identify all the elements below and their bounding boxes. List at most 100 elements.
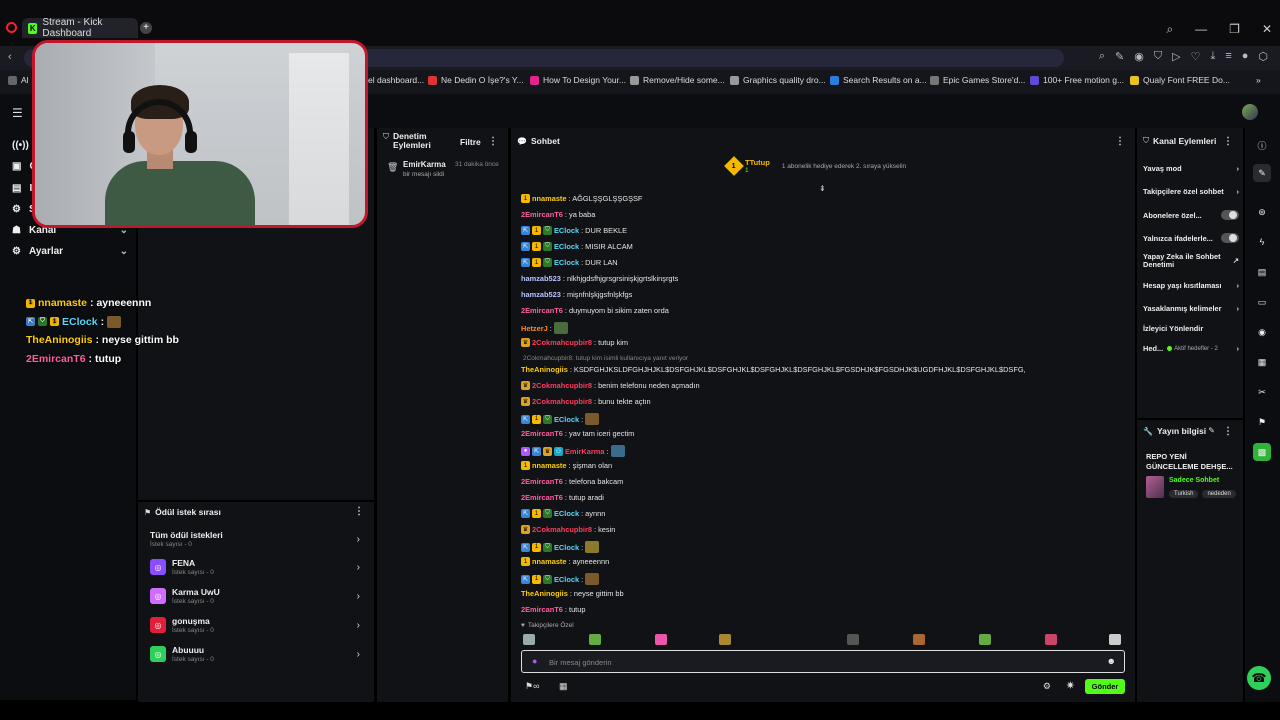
- chat-username[interactable]: EClock: [554, 509, 579, 518]
- chat-username[interactable]: nnamaste: [532, 194, 567, 203]
- bookmarks-more-icon[interactable]: »: [1256, 75, 1261, 85]
- chat-username[interactable]: 2EmircanT6: [521, 493, 563, 502]
- target-icon[interactable]: ⊛: [1253, 203, 1271, 221]
- mic-icon[interactable]: ●: [532, 656, 537, 666]
- chat-username[interactable]: 2EmircanT6: [521, 429, 563, 438]
- chat-username[interactable]: TheAninogiis: [521, 589, 568, 598]
- ai-moderation-row[interactable]: Yapay Zeka ile Sohbet Denetimi ↗: [1143, 253, 1239, 269]
- chat-username[interactable]: 2EmircanT6: [521, 477, 563, 486]
- chat-username[interactable]: 2EmircanT6: [521, 605, 563, 614]
- chat-username[interactable]: TheAninogiis: [521, 365, 568, 374]
- browser-tab[interactable]: K Stream - Kick Dashboard: [22, 17, 138, 39]
- chat-username[interactable]: EClock: [554, 415, 579, 424]
- chat-username[interactable]: EClock: [554, 258, 579, 267]
- followers-only-row[interactable]: Takipçilere özel sohbet ›: [1143, 187, 1239, 196]
- chat-username[interactable]: 2Cokmahcupbir8: [532, 525, 592, 534]
- info-icon[interactable]: ⓘ: [1253, 136, 1271, 154]
- broadcast-icon[interactable]: ◉: [1253, 323, 1271, 341]
- filter-button[interactable]: Filtre: [460, 137, 481, 147]
- more-options-icon[interactable]: ⋮: [1115, 136, 1125, 147]
- chat-input[interactable]: ● Bir mesaj gönderin ☻: [521, 650, 1125, 673]
- scroll-down-icon[interactable]: ⇟: [819, 184, 826, 193]
- category-name[interactable]: Sadece Sohbet: [1169, 477, 1219, 484]
- chat-username[interactable]: nnamaste: [532, 557, 567, 566]
- maximize-button[interactable]: ❐: [1229, 22, 1240, 37]
- gear-icon[interactable]: ⚙: [1043, 681, 1051, 692]
- bookmark-item[interactable]: Epic Games Store'd...: [930, 75, 1025, 85]
- edit-icon[interactable]: ✎: [1115, 50, 1124, 63]
- pencil-icon[interactable]: ✎: [1253, 164, 1271, 182]
- reward-icon[interactable]: ⚑: [1253, 413, 1271, 431]
- subscribers-only-toggle[interactable]: [1221, 210, 1239, 220]
- back-icon[interactable]: ‹: [8, 51, 12, 63]
- sidebar-item-ayarlar[interactable]: ⚙ Ayarlar ⌄: [12, 246, 128, 257]
- more-options-icon[interactable]: ⋮: [1223, 426, 1233, 437]
- app-icon[interactable]: ▩: [1253, 443, 1271, 461]
- emotes-only-toggle[interactable]: [1221, 233, 1239, 243]
- emote-option[interactable]: [1045, 634, 1057, 645]
- goals-row[interactable]: Hed... Aktif hedefler - 2 ›: [1143, 344, 1239, 353]
- banned-words-row[interactable]: Yasaklanmış kelimeler ›: [1143, 304, 1239, 313]
- close-button[interactable]: ✕: [1262, 22, 1272, 37]
- edit-icon[interactable]: ✎: [1208, 426, 1215, 435]
- slow-mode-row[interactable]: Yavaş mod ›: [1143, 164, 1239, 173]
- heart-icon[interactable]: ♡: [1191, 50, 1201, 63]
- bookmark-item[interactable]: Ne Dedin O İşe?'s Y...: [428, 75, 524, 85]
- chat-username[interactable]: nnamaste: [532, 461, 567, 470]
- bookmark-item[interactable]: Al: [8, 75, 29, 85]
- support-chat-icon[interactable]: ☎: [1247, 666, 1271, 690]
- play-icon[interactable]: ▷: [1172, 50, 1180, 63]
- more-options-icon[interactable]: ⋮: [1223, 136, 1233, 147]
- calendar-icon[interactable]: ▦: [1253, 353, 1271, 371]
- all-requests-row[interactable]: Tüm ödül istekleri İstek sayısı - 0 ›: [150, 530, 360, 548]
- reward-icon[interactable]: ⚑∞: [525, 681, 539, 692]
- camera-icon[interactable]: ◉: [1134, 50, 1144, 63]
- download-icon[interactable]: ⤓: [1210, 50, 1215, 63]
- account-age-row[interactable]: Hesap yaşı kısıtlaması ›: [1143, 281, 1239, 290]
- bookmark-item[interactable]: Qualy Font FREE Do...: [1130, 75, 1230, 85]
- emotes-only-row[interactable]: Yalnızca ifadelerle...: [1143, 233, 1239, 243]
- emote-option[interactable]: [719, 634, 731, 645]
- subscribers-only-row[interactable]: Abonelere özel...: [1143, 210, 1239, 220]
- chat-username[interactable]: EClock: [554, 575, 579, 584]
- search-icon[interactable]: ⌕: [1166, 22, 1173, 37]
- more-options-icon[interactable]: ⋮: [354, 506, 364, 517]
- bookmark-item[interactable]: Search Results on a...: [830, 75, 927, 85]
- chat-username[interactable]: EClock: [554, 242, 579, 251]
- emote-option[interactable]: [523, 634, 535, 645]
- new-tab-button[interactable]: +: [140, 22, 152, 34]
- send-button[interactable]: Gönder: [1085, 679, 1125, 694]
- hamburger-menu-icon[interactable]: ☰: [12, 106, 23, 120]
- chat-username[interactable]: 2Cokmahcupbir8: [532, 338, 592, 347]
- emote-option[interactable]: [589, 634, 601, 645]
- reward-row[interactable]: ◎ gonuşma İstek sayısı - 0 ›: [150, 616, 360, 634]
- shield-icon[interactable]: ⛉: [1154, 50, 1162, 63]
- extensions-icon[interactable]: ⬡: [1258, 50, 1268, 63]
- emote-option[interactable]: [979, 634, 991, 645]
- chat-username[interactable]: 2EmircanT6: [521, 210, 563, 219]
- chat-username[interactable]: 2Cokmahcupbir8: [532, 397, 592, 406]
- emote-option[interactable]: [655, 634, 667, 645]
- avatar[interactable]: [1242, 104, 1258, 120]
- search-icon[interactable]: ⌕: [1099, 50, 1105, 63]
- chat-username[interactable]: hamzab523: [521, 274, 561, 283]
- bookmark-item[interactable]: Graphics quality dro...: [730, 75, 826, 85]
- chat-username[interactable]: EmirKarma: [565, 447, 604, 456]
- bookmark-item[interactable]: Remove/Hide some...: [630, 75, 725, 85]
- bookmark-item[interactable]: How To Design Your...: [530, 75, 626, 85]
- redirect-viewers-row[interactable]: İzleyici Yönlendir: [1143, 324, 1239, 333]
- emoji-icon[interactable]: ☻: [1107, 656, 1116, 666]
- chat-username[interactable]: 2EmircanT6: [521, 306, 563, 315]
- chat-username[interactable]: HetzerJ: [521, 324, 548, 333]
- emote-icon[interactable]: ✷: [1066, 679, 1075, 692]
- profile-icon[interactable]: ●: [1242, 50, 1249, 63]
- bookmark-item[interactable]: el dashboard...: [368, 75, 424, 85]
- chat-username[interactable]: EClock: [554, 226, 579, 235]
- more-options-icon[interactable]: ⋮: [488, 136, 498, 147]
- reward-row[interactable]: ◎ FENA İstek sayısı - 0 ›: [150, 558, 360, 576]
- reward-row[interactable]: ◎ Karma UwU İstek sayısı - 0 ›: [150, 587, 360, 605]
- menu-icon[interactable]: ≡: [1225, 50, 1231, 63]
- wrench-icon[interactable]: ✂: [1253, 383, 1271, 401]
- bookmark-item[interactable]: 100+ Free motion g...: [1030, 75, 1124, 85]
- emote-option[interactable]: [1109, 634, 1121, 645]
